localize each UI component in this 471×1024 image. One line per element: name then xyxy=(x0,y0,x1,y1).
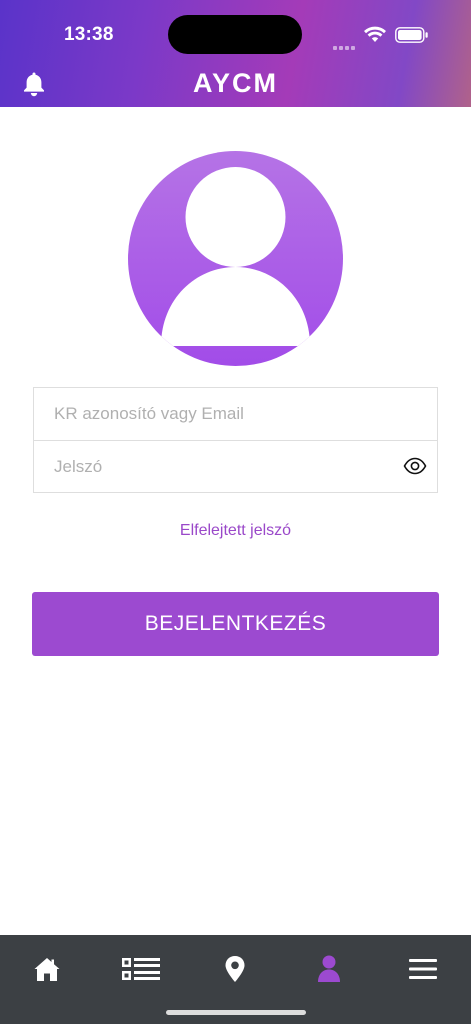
username-field-row xyxy=(34,388,437,440)
show-password-eye-icon[interactable] xyxy=(403,456,427,476)
tab-profile[interactable] xyxy=(282,935,376,1003)
dynamic-island xyxy=(168,15,302,54)
menu-icon xyxy=(409,959,437,979)
forgot-password-link[interactable]: Elfelejtett jelszó xyxy=(0,522,471,540)
signal-icon xyxy=(333,37,357,55)
home-icon xyxy=(34,958,60,981)
password-field-row xyxy=(34,440,437,493)
app-header: 13:38 AYCM xyxy=(0,0,471,107)
tab-home[interactable] xyxy=(0,935,94,1003)
tab-list[interactable] xyxy=(94,935,188,1003)
status-time: 13:38 xyxy=(64,24,114,45)
app-logo: AYCM xyxy=(192,68,279,98)
list-icon xyxy=(122,958,160,980)
home-indicator xyxy=(166,1010,306,1015)
battery-icon xyxy=(395,27,428,43)
username-input[interactable] xyxy=(34,388,437,440)
wifi-icon xyxy=(364,26,386,42)
login-form xyxy=(33,387,438,493)
avatar-placeholder-icon xyxy=(128,151,343,366)
map-pin-icon xyxy=(225,956,245,982)
login-button[interactable]: BEJELENTKEZÉS xyxy=(32,592,439,656)
tab-map[interactable] xyxy=(188,935,282,1003)
user-icon xyxy=(318,955,340,982)
tab-menu[interactable] xyxy=(376,935,470,1003)
password-input[interactable] xyxy=(34,441,437,493)
